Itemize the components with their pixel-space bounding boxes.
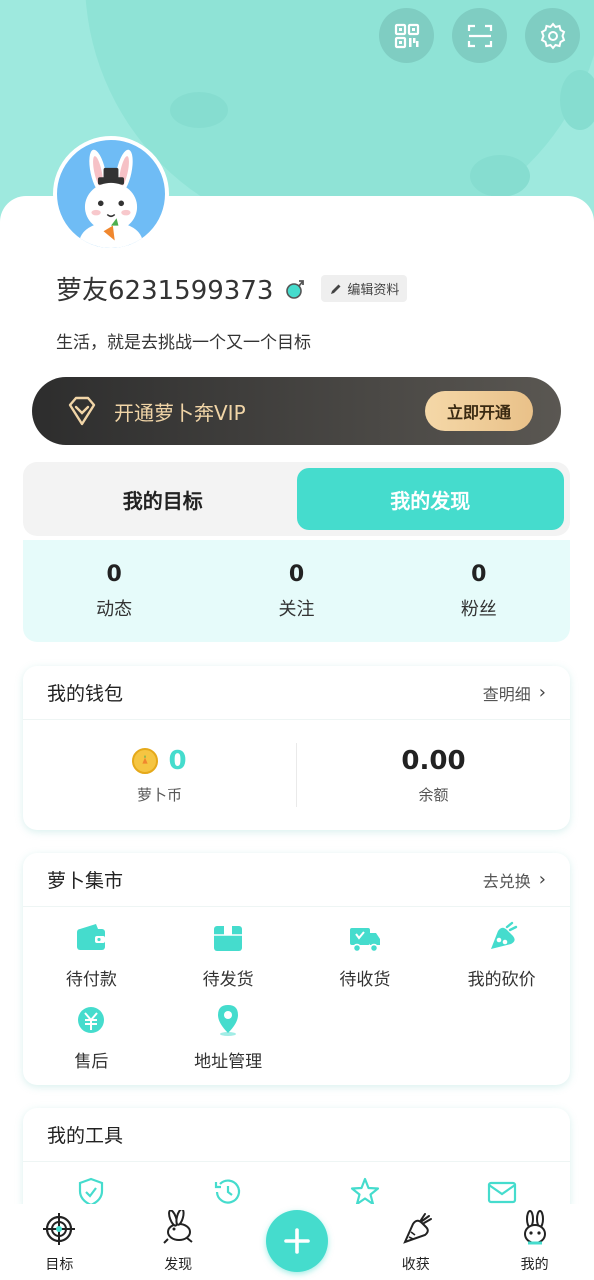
rabbit-avatar-icon [79,149,143,248]
market-item-my-bargain[interactable]: 我的砍价 [433,921,570,1003]
balance-section[interactable]: 0.00 余额 [297,746,570,805]
nav-label: 发现 [164,1257,193,1273]
qrcode-icon [394,23,419,48]
market-item-label: 待发货 [202,970,254,990]
plus-icon [284,1228,310,1254]
stat-label: 粉丝 [460,598,497,620]
stat-value: 0 [471,561,487,587]
decorative-crater [170,92,228,128]
nav-goals[interactable]: 目标 [0,1204,119,1274]
vip-open-button[interactable]: 立即开通 [424,391,533,431]
after-sale-icon [78,1007,105,1033]
stat-label: 动态 [96,598,133,620]
balance-value: 0.00 [401,745,466,776]
wallet-icon [77,924,106,950]
nav-label: 我的 [520,1257,549,1273]
coins-label: 萝卜币 [136,785,182,804]
market-item-label: 待收货 [339,970,391,990]
rabbit-run-icon [163,1208,193,1244]
nav-harvest[interactable]: 收获 [356,1204,475,1274]
wallet-details-label: 查明细 [482,684,531,704]
market-item-pending-payment[interactable]: 待付款 [23,921,160,1003]
coin-icon [132,747,159,774]
market-item-label: 待付款 [65,970,117,990]
market-item-label: 我的砍价 [467,970,536,990]
market-item-address[interactable]: 地址管理 [160,1003,297,1085]
settings-button[interactable] [525,8,580,63]
market-title: 萝卜集市 [47,870,124,892]
decorative-crater [560,70,594,130]
username: 萝友6231599373 [56,276,274,306]
header-actions [379,8,580,63]
scan-button[interactable] [452,8,507,63]
tab-my-discoveries[interactable]: 我的发现 [296,468,564,530]
market-item-label: 地址管理 [194,1052,263,1072]
target-icon [43,1213,76,1245]
stat-following[interactable]: 0 关注 [205,562,387,621]
vip-text: 开通萝卜奔VIP [114,400,246,425]
market-item-after-sales[interactable]: 售后 [23,1003,160,1085]
nav-add[interactable] [238,1204,357,1272]
edit-profile-button[interactable]: 编辑资料 [321,275,408,302]
bargain-icon [490,921,517,949]
settings-icon [540,21,565,50]
chevron-right-icon: › [538,869,546,890]
wallet-card: 我的钱包 查明细 › 0 萝卜币 0.00 余额 [23,666,570,830]
scan-icon [467,24,492,47]
carrot-harvest-icon [402,1213,432,1244]
stat-label: 关注 [278,598,315,620]
tools-card: 我的工具 [23,1108,570,1218]
truck-icon [349,928,380,953]
tab-my-goals[interactable]: 我的目标 [29,468,297,530]
male-icon [286,279,305,299]
tools-title: 我的工具 [47,1125,124,1147]
decorative-crater [470,155,530,197]
profile-tabs: 我的目标 我的发现 [23,462,570,536]
stat-value: 0 [288,561,305,587]
nav-discover[interactable]: 发现 [119,1204,238,1274]
edit-profile-label: 编辑资料 [347,283,400,298]
nav-label: 收获 [401,1257,430,1273]
balance-label: 余额 [418,785,449,804]
coins-value: 0 [168,745,187,776]
nav-label: 目标 [45,1257,74,1273]
market-exchange-label: 去兑换 [482,871,531,891]
chevron-right-icon: › [538,682,546,703]
location-icon [218,1005,239,1036]
market-item-pending-shipment[interactable]: 待发货 [160,921,297,1003]
market-exchange-link[interactable]: 去兑换 › [483,868,546,892]
wallet-title: 我的钱包 [47,683,124,705]
bio-text: 生活，就是去挑战一个又一个目标 [56,333,311,353]
nav-me[interactable]: 我的 [475,1204,594,1274]
coins-section[interactable]: 0 萝卜币 [23,746,296,805]
stat-followers[interactable]: 0 粉丝 [388,562,570,621]
wallet-details-link[interactable]: 查明细 › [483,681,546,705]
bottom-nav: 目标 发现 收获 我的 [0,1204,594,1280]
rabbit-me-icon [523,1210,546,1245]
market-card: 萝卜集市 去兑换 › 待付款 待发货 待收货 我的砍价 售后 地址管理 [23,853,570,1085]
stats-panel: 0 动态 0 关注 0 粉丝 [23,540,570,642]
qrcode-button[interactable] [379,8,434,63]
stat-value: 0 [106,561,122,587]
add-button[interactable] [265,1210,328,1272]
package-icon [214,926,243,951]
diamond-icon [68,396,96,426]
market-item-label: 售后 [74,1052,109,1072]
market-item-pending-receipt[interactable]: 待收货 [297,921,434,1003]
pencil-icon [331,284,341,294]
vip-banner[interactable]: 开通萝卜奔VIP 立即开通 [32,377,561,445]
username-row: 萝友6231599373 编辑资料 [56,270,408,307]
stat-posts[interactable]: 0 动态 [23,562,205,621]
avatar[interactable] [53,136,169,252]
